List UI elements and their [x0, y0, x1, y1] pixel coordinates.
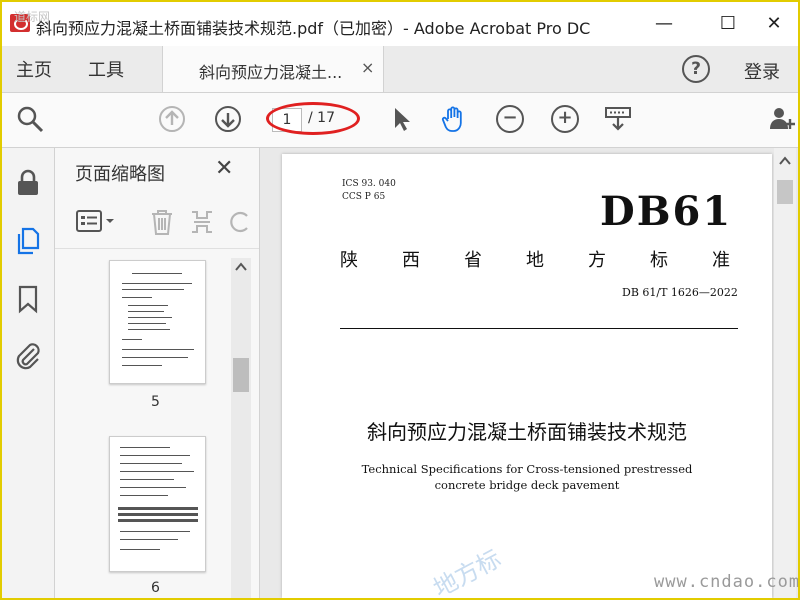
thumbnail-page[interactable]: [109, 436, 206, 572]
attachment-icon[interactable]: [14, 340, 42, 370]
document-title-cn: 斜向预应力混凝土桥面铺装技术规范: [367, 420, 687, 444]
menu-bar: 主页 工具 斜向预应力混凝土... × ? 登录: [2, 46, 798, 93]
document-view: ICS 93. 040 CCS P 65 DB61 陕 西 省 地 方 标 准 …: [260, 148, 798, 598]
heading-char: 准: [712, 250, 730, 271]
bookmark-icon[interactable]: [14, 284, 42, 314]
page-display-icon[interactable]: [604, 105, 632, 133]
toolbar: 1 / 17 − +: [2, 93, 798, 148]
left-rail: [2, 148, 55, 598]
thumbnail-options-icon[interactable]: [75, 208, 117, 234]
panel-title: 页面缩略图: [75, 164, 165, 185]
lock-icon[interactable]: [14, 168, 42, 198]
trash-icon[interactable]: [149, 208, 175, 236]
ics-code: ICS 93. 040 CCS P 65: [342, 178, 396, 204]
thumbnail-page-number: 5: [151, 394, 160, 410]
title-bar: 斜向预应力混凝土桥面铺装技术规范.pdf（已加密）- Adobe Acrobat…: [2, 2, 798, 46]
help-icon[interactable]: ?: [682, 55, 710, 83]
thumbnail-scrollbar[interactable]: [231, 258, 251, 598]
heading-char: 标: [650, 250, 668, 271]
annotation-highlight-oval: [266, 102, 360, 135]
hand-tool-icon[interactable]: [440, 105, 468, 133]
ics-line: ICS 93. 040: [342, 179, 396, 189]
minimize-button[interactable]: —: [642, 10, 686, 38]
select-cursor-icon[interactable]: [388, 105, 416, 133]
heading-char: 西: [402, 250, 420, 271]
maximize-button[interactable]: ☐: [706, 10, 750, 38]
zoom-in-button[interactable]: +: [551, 105, 579, 133]
heading-char: 地: [526, 250, 544, 271]
document-title-en: Technical Specifications for Cross-tensi…: [361, 462, 693, 492]
app-window: 斜向预应力混凝土桥面铺装技术规范.pdf（已加密）- Adobe Acrobat…: [0, 0, 800, 600]
pdf-page: ICS 93. 040 CCS P 65 DB61 陕 西 省 地 方 标 准 …: [282, 154, 772, 598]
document-tab-label: 斜向预应力混凝土...: [199, 63, 343, 82]
divider-line: [340, 328, 738, 329]
heading-char: 省: [464, 250, 482, 271]
document-scrollbar[interactable]: [774, 148, 796, 598]
standard-code: DB61: [600, 188, 733, 235]
diagonal-watermark: 地方标: [428, 544, 506, 600]
window-title: 斜向预应力混凝土桥面铺装技术规范.pdf（已加密）- Adobe Acrobat…: [36, 19, 591, 38]
thumbnail-panel: 页面缩略图 ✕ 5 6: [55, 148, 260, 598]
login-button[interactable]: 登录: [744, 58, 780, 84]
document-tab-close-button[interactable]: ×: [361, 58, 374, 77]
doc-scroll-up-icon[interactable]: [779, 156, 791, 166]
heading-char: 方: [588, 250, 606, 271]
search-icon[interactable]: [16, 105, 44, 133]
corner-watermark: 道标网: [14, 10, 51, 24]
home-tab[interactable]: 主页: [16, 56, 52, 82]
previous-page-icon[interactable]: [158, 105, 186, 133]
tools-tab[interactable]: 工具: [88, 56, 124, 82]
zoom-out-button[interactable]: −: [496, 105, 524, 133]
thumbnail-page[interactable]: [109, 260, 206, 384]
heading-char: 陕: [340, 250, 358, 271]
panel-close-button[interactable]: ✕: [215, 156, 233, 181]
document-tab[interactable]: 斜向预应力混凝土... ×: [162, 46, 384, 92]
rotate-icon[interactable]: [229, 208, 251, 236]
page-thumbnails-icon[interactable]: [14, 226, 42, 256]
scroll-up-icon[interactable]: [235, 262, 247, 272]
ccs-line: CCS P 65: [342, 192, 386, 202]
extract-pages-icon[interactable]: [189, 208, 215, 236]
site-watermark: www.cndao.com: [654, 572, 800, 592]
add-user-icon[interactable]: [768, 105, 796, 133]
thumbnail-scroll-thumb[interactable]: [233, 358, 249, 392]
province-standard-heading: 陕 西 省 地 方 标 准: [340, 246, 730, 272]
next-page-icon[interactable]: [214, 105, 242, 133]
document-scroll-thumb[interactable]: [777, 180, 793, 204]
standard-number: DB 61/T 1626—2022: [622, 286, 738, 299]
thumbnail-page-number: 6: [151, 580, 160, 596]
panel-toolbar: [55, 196, 259, 249]
close-window-button[interactable]: ✕: [752, 10, 796, 38]
